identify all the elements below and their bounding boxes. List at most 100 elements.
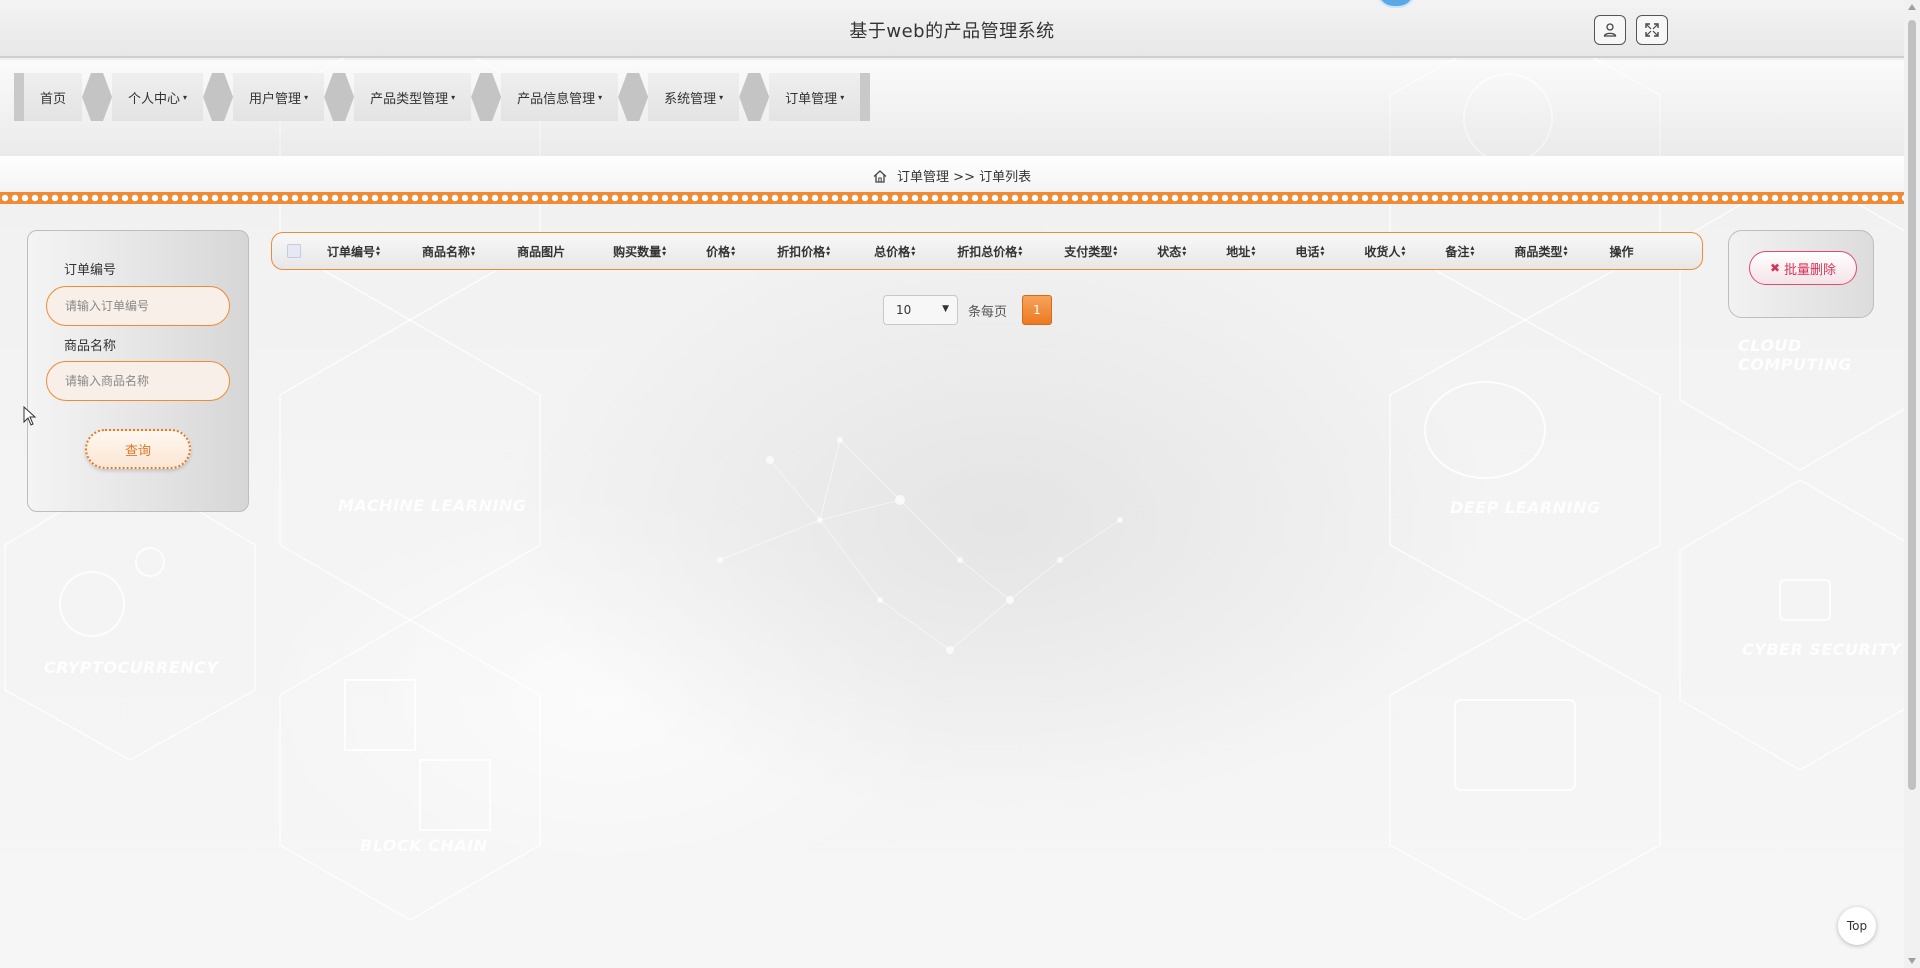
home-icon bbox=[873, 170, 887, 183]
caret-down-icon: ▾ bbox=[183, 92, 188, 102]
select-all-checkbox[interactable] bbox=[287, 244, 301, 258]
column-label: 商品图片 bbox=[517, 244, 566, 259]
column-header-discount-price[interactable]: 折扣价格 ▴ ▾ bbox=[775, 243, 832, 260]
column-header-quantity[interactable]: 购买数量 ▴ ▾ bbox=[611, 243, 668, 260]
page-size-label: 条每页 bbox=[968, 305, 1008, 320]
bg-word-deep-learning: DEEP LEARNING bbox=[1450, 498, 1601, 517]
column-label: 备注 bbox=[1445, 244, 1470, 259]
order-no-input[interactable] bbox=[46, 286, 230, 326]
search-button[interactable]: 查询 bbox=[85, 429, 191, 469]
batch-delete-button[interactable]: ✖ 批量删除 bbox=[1749, 251, 1857, 285]
mouse-cursor-icon bbox=[23, 406, 37, 426]
breadcrumb-parent[interactable]: 订单管理 bbox=[897, 170, 949, 185]
column-label: 收货人 bbox=[1364, 244, 1401, 259]
back-to-top-button[interactable]: Top bbox=[1838, 907, 1876, 945]
sort-icon: ▴ ▾ bbox=[1563, 243, 1568, 258]
column-header-phone[interactable]: 电话 ▴ ▾ bbox=[1293, 243, 1326, 260]
sort-icon: ▴ ▾ bbox=[1401, 243, 1406, 258]
sort-icon: ▴ ▾ bbox=[376, 243, 381, 258]
scroll-up-icon[interactable] bbox=[1908, 4, 1916, 10]
main-nav: 首页 个人中心 ▾ 用户管理 ▾ 产品类型管理 ▾ 产品信息管理 ▾ 系统管理 … bbox=[14, 73, 871, 121]
expand-icon bbox=[1645, 23, 1659, 37]
sort-icon: ▴ ▾ bbox=[1320, 243, 1325, 258]
nav-item-product-type-management[interactable]: 产品类型管理 ▾ bbox=[354, 73, 472, 121]
nav-separator bbox=[471, 73, 502, 121]
caret-down-icon: ▾ bbox=[451, 92, 456, 102]
page-number-button[interactable]: 1 bbox=[1022, 295, 1052, 325]
scroll-down-icon[interactable] bbox=[1908, 958, 1916, 964]
column-header-total-price[interactable]: 总价格 ▴ ▾ bbox=[872, 243, 917, 260]
caret-down-icon: ▾ bbox=[304, 92, 309, 102]
vertical-scrollbar[interactable] bbox=[1904, 0, 1920, 968]
column-label: 总价格 bbox=[874, 244, 911, 259]
product-name-label: 商品名称 bbox=[64, 339, 117, 354]
column-header-discount-total-price[interactable]: 折扣总价格 ▴ ▾ bbox=[955, 243, 1024, 260]
breadcrumb-separator: >> bbox=[953, 170, 975, 185]
bg-word-block-chain: BLOCK CHAIN bbox=[360, 836, 488, 855]
column-label: 状态 bbox=[1157, 244, 1182, 259]
bg-word-machine-learning: MACHINE LEARNING bbox=[338, 496, 527, 515]
close-icon: ✖ bbox=[1769, 261, 1781, 275]
breadcrumb-bar: 订单管理 >> 订单列表 bbox=[0, 156, 1904, 192]
nav-item-label: 个人中心 bbox=[128, 91, 181, 107]
sort-icon: ▴ ▾ bbox=[1018, 243, 1023, 258]
nav-item-product-info-management[interactable]: 产品信息管理 ▾ bbox=[501, 73, 619, 121]
column-header-receiver[interactable]: 收货人 ▴ ▾ bbox=[1362, 243, 1407, 260]
nav-item-label: 首页 bbox=[40, 91, 67, 107]
nav-separator bbox=[618, 73, 649, 121]
breadcrumb-current: 订单列表 bbox=[979, 170, 1032, 185]
bg-word-cryptocurrency: CRYPTOCURRENCY bbox=[44, 658, 219, 677]
nav-item-label: 系统管理 bbox=[664, 91, 717, 107]
search-panel: 订单编号 商品名称 查询 bbox=[27, 230, 249, 512]
nav-separator bbox=[324, 73, 355, 121]
nav-item-personal-center[interactable]: 个人中心 ▾ bbox=[112, 73, 204, 121]
bg-word-cloud-computing: CLOUD COMPUTING bbox=[1738, 336, 1852, 374]
column-header-payment-type[interactable]: 支付类型 ▴ ▾ bbox=[1062, 243, 1119, 260]
column-label: 折扣价格 bbox=[777, 244, 826, 259]
product-name-input[interactable] bbox=[46, 361, 230, 401]
nav-item-home[interactable]: 首页 bbox=[24, 73, 83, 121]
column-header-product-name[interactable]: 商品名称 ▴ ▾ bbox=[420, 243, 477, 260]
fullscreen-button[interactable] bbox=[1636, 15, 1668, 45]
sort-icon: ▴ ▾ bbox=[1251, 243, 1256, 258]
user-profile-button[interactable] bbox=[1594, 15, 1626, 45]
order-no-label: 订单编号 bbox=[64, 263, 117, 278]
user-icon bbox=[1603, 23, 1617, 37]
nav-item-system-management[interactable]: 系统管理 ▾ bbox=[648, 73, 740, 121]
nav-separator bbox=[739, 73, 770, 121]
decorative-dotted-divider bbox=[0, 192, 1904, 204]
column-label: 价格 bbox=[706, 244, 731, 259]
column-header-price[interactable]: 价格 ▴ ▾ bbox=[704, 243, 737, 260]
column-label: 商品名称 bbox=[422, 244, 471, 259]
column-header-remark[interactable]: 备注 ▴ ▾ bbox=[1443, 243, 1476, 260]
sort-icon: ▴ ▾ bbox=[471, 243, 476, 258]
nav-separator bbox=[82, 73, 113, 121]
sort-icon: ▴ ▾ bbox=[1182, 243, 1187, 258]
page-size-select[interactable]: 10 ▼ bbox=[883, 295, 958, 325]
column-label: 商品类型 bbox=[1514, 244, 1563, 259]
nav-item-label: 产品类型管理 bbox=[370, 91, 449, 107]
batch-delete-label: 批量删除 bbox=[1784, 262, 1837, 278]
column-header-address[interactable]: 地址 ▴ ▾ bbox=[1224, 243, 1257, 260]
scroll-thumb[interactable] bbox=[1908, 20, 1916, 790]
nav-item-label: 产品信息管理 bbox=[517, 91, 596, 107]
column-header-status[interactable]: 状态 ▴ ▾ bbox=[1155, 243, 1188, 260]
bg-word-cyber-security: CYBER SECURITY bbox=[1742, 640, 1902, 659]
nav-item-order-management[interactable]: 订单管理 ▾ bbox=[769, 73, 861, 121]
sort-icon: ▴ ▾ bbox=[911, 243, 916, 258]
chevron-down-icon: ▼ bbox=[942, 304, 949, 314]
sort-icon: ▴ ▾ bbox=[826, 243, 831, 258]
sort-icon: ▴ ▾ bbox=[731, 243, 736, 258]
column-label: 电话 bbox=[1295, 244, 1320, 259]
nav-right-cap bbox=[860, 73, 871, 121]
column-header-order-no[interactable]: 订单编号 ▴ ▾ bbox=[325, 243, 382, 260]
column-header-product-type[interactable]: 商品类型 ▴ ▾ bbox=[1512, 243, 1569, 260]
nav-item-label: 订单管理 bbox=[785, 91, 838, 107]
batch-action-panel: ✖ 批量删除 bbox=[1728, 230, 1874, 318]
caret-down-icon: ▾ bbox=[598, 92, 603, 102]
column-label: 折扣总价格 bbox=[957, 244, 1018, 259]
breadcrumb: 订单管理 >> 订单列表 bbox=[0, 166, 1904, 185]
column-label: 支付类型 bbox=[1064, 244, 1113, 259]
nav-item-user-management[interactable]: 用户管理 ▾ bbox=[233, 73, 325, 121]
header-bar: 基于web的产品管理系统 bbox=[0, 0, 1904, 58]
